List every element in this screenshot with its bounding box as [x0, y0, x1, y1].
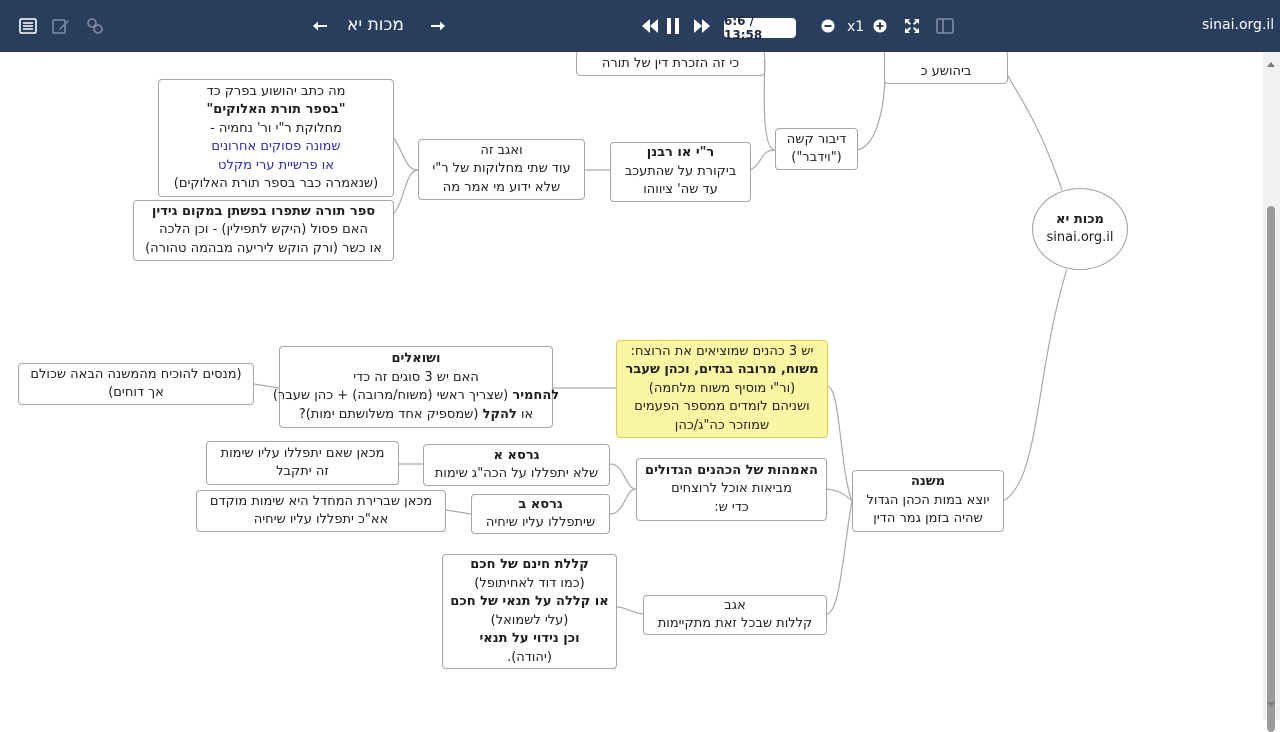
- node-klalot[interactable]: קללת חינם של חכם (כמו דוד לאחיתופל) או ק…: [442, 554, 617, 669]
- arrow-right-icon[interactable]: [428, 14, 448, 38]
- link-icon[interactable]: [84, 14, 106, 38]
- node-agav-1[interactable]: ואגב זה עוד שתי מחלוקות של ר"י שלא ידוע …: [418, 139, 585, 200]
- node-girsa-b-note[interactable]: מכאן שברירת המחדל היא שימות מוקדם אא"כ י…: [196, 490, 446, 532]
- mind-map-canvas[interactable]: כי זה הזכרת דין של תורה ביהושע כ מכות יא…: [5, 52, 1263, 720]
- node-rav[interactable]: ר"י או רבנן ביקורת על שהתעכב עד שה' ציוו…: [610, 142, 751, 202]
- node-top-clip-b[interactable]: ביהושע כ: [884, 52, 1008, 84]
- arrow-left-icon[interactable]: [310, 14, 330, 38]
- node-imahot[interactable]: האמהות של הכהנים הגדולים מביאות אוכל לרו…: [636, 458, 827, 521]
- node-yehoshua[interactable]: מה כתב יהושוע בפרק כד "בספר תורת האלוקים…: [158, 79, 394, 197]
- node-sefer-torah[interactable]: ספר תורה שתפרו בפשתן במקום גידין האם פסו…: [133, 200, 394, 261]
- node-mnasim[interactable]: (מנסים להוכיח מהמשנה הבאה שכולם אך דוחים…: [18, 363, 254, 405]
- node-dibur[interactable]: דיבור קשה ("וידבר"): [775, 128, 858, 170]
- list-icon[interactable]: [17, 14, 39, 38]
- fullscreen-icon[interactable]: [903, 14, 921, 38]
- time-display: 6:6 / 13:58: [724, 14, 796, 42]
- site-link[interactable]: sinai.org.il: [1202, 17, 1274, 33]
- node-mishna[interactable]: משנה יוצא במות הכהן הגדול שהיה בזמן גמר …: [852, 470, 1004, 532]
- shoalim-line-4: או להקל (שמספיק אחד משלושתם ימות)?: [298, 406, 534, 422]
- node-girsa-a[interactable]: גרסא א שלא יתפללו על הכה"ג שימות: [423, 444, 610, 486]
- split-view-icon[interactable]: [935, 14, 955, 38]
- vertical-scrollbar[interactable]: [1263, 52, 1280, 732]
- scroll-down-arrow-icon[interactable]: [1267, 702, 1275, 707]
- shoalim-line-3: להחמיר (שצריך ראשי (משוח/מרובה) + כהן שע…: [272, 388, 560, 403]
- speed-label[interactable]: x1: [847, 19, 864, 35]
- fast-forward-icon[interactable]: [692, 14, 712, 38]
- node-agav-2[interactable]: אגב קללות שבכל זאת מתקיימות: [643, 595, 827, 635]
- scroll-up-arrow-icon[interactable]: [1267, 62, 1275, 67]
- zoom-out-icon[interactable]: [820, 14, 836, 38]
- root-node[interactable]: מכות יא sinai.org.il: [1032, 188, 1128, 270]
- node-top-clip-a[interactable]: כי זה הזכרת דין של תורה: [576, 52, 765, 76]
- rewind-icon[interactable]: [640, 14, 660, 38]
- node-shoalim[interactable]: ושואלים האם יש 3 סוגים זה כדי להחמיר (שצ…: [273, 346, 559, 428]
- top-toolbar: מכות יא 6:6 / 13:58 x1 sinai.org.il: [0, 0, 1280, 52]
- scrollbar-thumb[interactable]: [1267, 206, 1275, 732]
- pause-icon[interactable]: [664, 14, 682, 38]
- zoom-in-icon[interactable]: [872, 14, 888, 38]
- edit-icon[interactable]: [50, 14, 72, 38]
- node-girsa-a-note[interactable]: מכאן שאם יתפללו עליו שימות זה יתקבל: [206, 441, 399, 485]
- node-kohanim[interactable]: יש 3 כהנים שמוציאים את הרוצח: משוח, מרוב…: [616, 340, 828, 438]
- slide-title: מכות יא: [347, 15, 404, 35]
- node-girsa-b[interactable]: גרסא ב שיתפללו עליו שיחיה: [471, 494, 610, 534]
